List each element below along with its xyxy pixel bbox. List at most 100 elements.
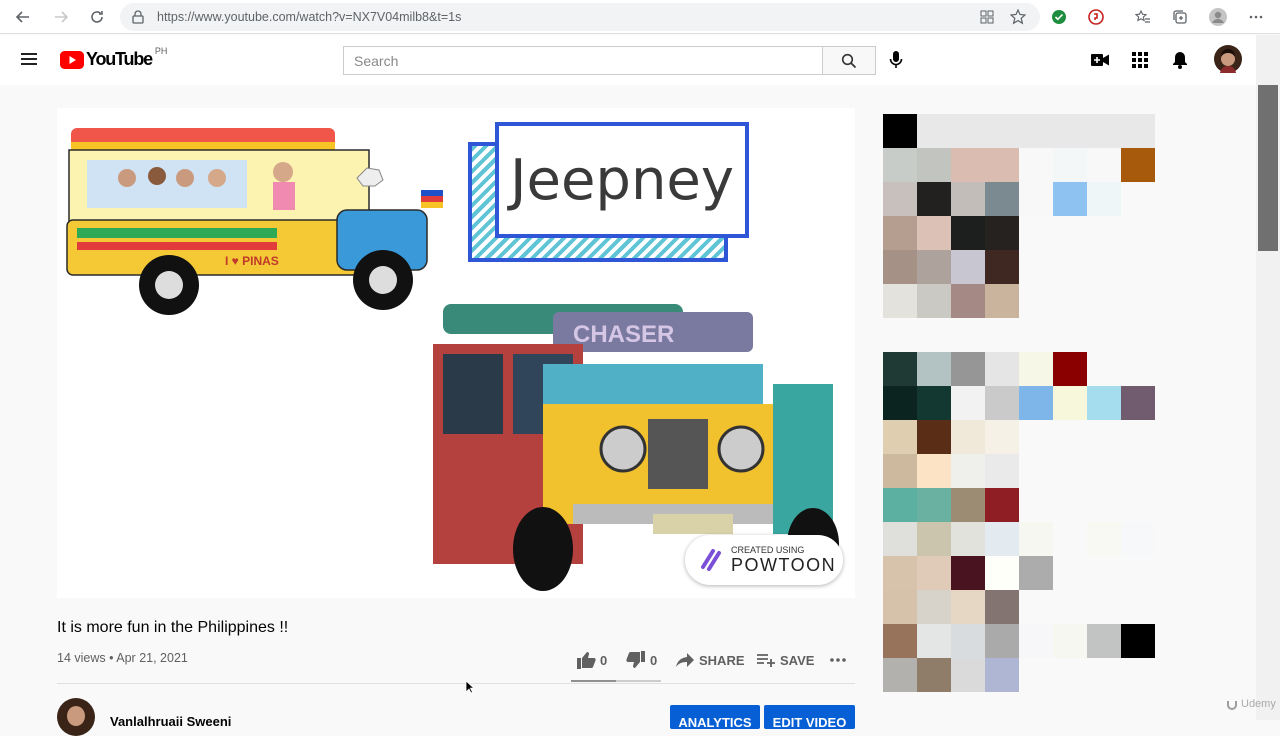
logo-text: YouTube	[86, 49, 153, 69]
search-button[interactable]	[823, 46, 876, 75]
recommended-thumbnail-top[interactable]	[883, 114, 1155, 318]
scrollbar-thumb[interactable]	[1258, 85, 1278, 251]
thumbnail-pixel	[917, 250, 951, 284]
udemy-text: Udemy	[1241, 698, 1276, 710]
profile-button[interactable]	[1206, 5, 1230, 29]
like-button[interactable]: 0	[576, 646, 607, 674]
thumbnail-pixel	[985, 624, 1019, 658]
save-label: SAVE	[780, 652, 815, 668]
more-actions-button[interactable]	[829, 646, 847, 674]
voice-search-button[interactable]	[888, 50, 904, 75]
video-player[interactable]: I ♥ PINAS Jeepney CHASER CREATED USING P	[57, 108, 855, 598]
powtoon-brand-label: POWTOON	[731, 554, 837, 575]
more-horizontal-icon	[1249, 15, 1263, 19]
thumbnail-pixel	[951, 114, 985, 148]
share-button[interactable]: SHARE	[675, 646, 745, 674]
back-button[interactable]	[11, 5, 35, 29]
thumbnail-pixel	[883, 284, 917, 318]
search-input[interactable]: Search	[343, 46, 823, 75]
thumbnail-pixel	[1121, 386, 1155, 420]
thumbs-down-icon	[626, 651, 645, 668]
recommended-thumbnail-bottom[interactable]	[883, 352, 1155, 692]
thumbnail-pixel	[917, 454, 951, 488]
thumbnail-pixel	[951, 386, 985, 420]
thumbnail-pixel	[985, 352, 1019, 386]
mouse-cursor-icon	[465, 680, 475, 694]
edit-video-button[interactable]: EDIT VIDEO	[764, 705, 855, 730]
extension-red[interactable]	[1084, 5, 1108, 29]
thumbnail-pixel	[1087, 624, 1121, 658]
browser-toolbar: https://www.youtube.com/watch?v=NX7V04mi…	[0, 0, 1280, 34]
bell-icon	[1173, 52, 1187, 69]
account-avatar[interactable]	[1214, 45, 1242, 78]
thumbnail-pixel	[883, 658, 917, 692]
apps-grid-icon[interactable]	[980, 10, 994, 24]
thumbnail-pixel	[917, 216, 951, 250]
dislike-button[interactable]: 0	[626, 646, 657, 674]
thumbnail-pixel	[1019, 590, 1053, 624]
thumbnail-pixel	[883, 556, 917, 590]
notifications-button[interactable]	[1172, 51, 1188, 74]
thumbnail-pixel	[1019, 522, 1053, 556]
collections-button[interactable]	[1168, 5, 1192, 29]
thumbnail-pixel	[1121, 352, 1155, 386]
thumbnail-pixel	[985, 182, 1019, 216]
thumbnail-pixel	[917, 148, 951, 182]
favorite-star-icon[interactable]	[1010, 9, 1026, 25]
thumbnail-pixel	[1019, 658, 1053, 692]
thumbnail-pixel	[1087, 488, 1121, 522]
favorites-button[interactable]	[1131, 5, 1155, 29]
browser-menu-button[interactable]	[1244, 5, 1268, 29]
thumbnail-pixel	[1053, 114, 1087, 148]
thumbnail-pixel	[883, 182, 917, 216]
apps-button[interactable]	[1132, 52, 1148, 73]
page-scrollbar[interactable]	[1256, 35, 1280, 720]
channel-name[interactable]: Vanlalhruaii Sweeni	[110, 714, 231, 729]
thumbnail-pixel	[1121, 590, 1155, 624]
hamburger-menu-button[interactable]	[20, 51, 38, 72]
thumbnail-pixel	[951, 284, 985, 318]
search-icon	[841, 53, 857, 68]
analytics-button[interactable]: ANALYTICS	[670, 705, 760, 730]
thumbnail-pixel	[1087, 556, 1121, 590]
extension-check[interactable]	[1047, 5, 1071, 29]
thumbnail-pixel	[1087, 284, 1121, 318]
address-bar[interactable]: https://www.youtube.com/watch?v=NX7V04mi…	[120, 3, 1040, 31]
thumbnail-pixel	[1019, 556, 1053, 590]
thumbnail-pixel	[951, 148, 985, 182]
thumbnail-pixel	[1053, 590, 1087, 624]
thumbnail-pixel	[917, 658, 951, 692]
share-arrow-icon	[676, 653, 694, 667]
thumbnail-pixel	[1053, 488, 1087, 522]
thumbnail-pixel	[985, 590, 1019, 624]
thumbnail-pixel	[1121, 250, 1155, 284]
thumbnail-pixel	[1053, 522, 1087, 556]
thumbnail-pixel	[1053, 556, 1087, 590]
youtube-logo[interactable]: YouTube PH	[60, 46, 167, 70]
reload-icon	[91, 11, 103, 23]
save-button[interactable]: SAVE	[756, 646, 814, 674]
thumbnail-pixel	[985, 250, 1019, 284]
udemy-logo-icon	[1227, 701, 1237, 710]
thumbnail-pixel	[951, 624, 985, 658]
thumbnail-pixel	[1087, 352, 1121, 386]
thumbnail-pixel	[1019, 454, 1053, 488]
thumbnail-pixel	[985, 658, 1019, 692]
channel-avatar[interactable]	[57, 698, 95, 736]
thumbnail-pixel	[985, 454, 1019, 488]
thumbnail-pixel	[1053, 284, 1087, 318]
thumbnail-pixel	[1053, 420, 1087, 454]
udemy-watermark: Udemy	[1226, 698, 1276, 710]
thumbnail-pixel	[1121, 624, 1155, 658]
forward-button[interactable]	[49, 5, 73, 29]
thumbnail-pixel	[1121, 182, 1155, 216]
powtoon-created-label: CREATED USING	[731, 544, 805, 555]
like-ratio-fill	[571, 680, 616, 682]
thumbnail-pixel	[1087, 250, 1121, 284]
arrow-left-icon	[15, 11, 29, 23]
reload-button[interactable]	[85, 5, 109, 29]
thumbnail-pixel	[1087, 386, 1121, 420]
youtube-play-icon	[60, 50, 84, 69]
create-button[interactable]	[1091, 53, 1109, 72]
thumbnail-pixel	[951, 182, 985, 216]
